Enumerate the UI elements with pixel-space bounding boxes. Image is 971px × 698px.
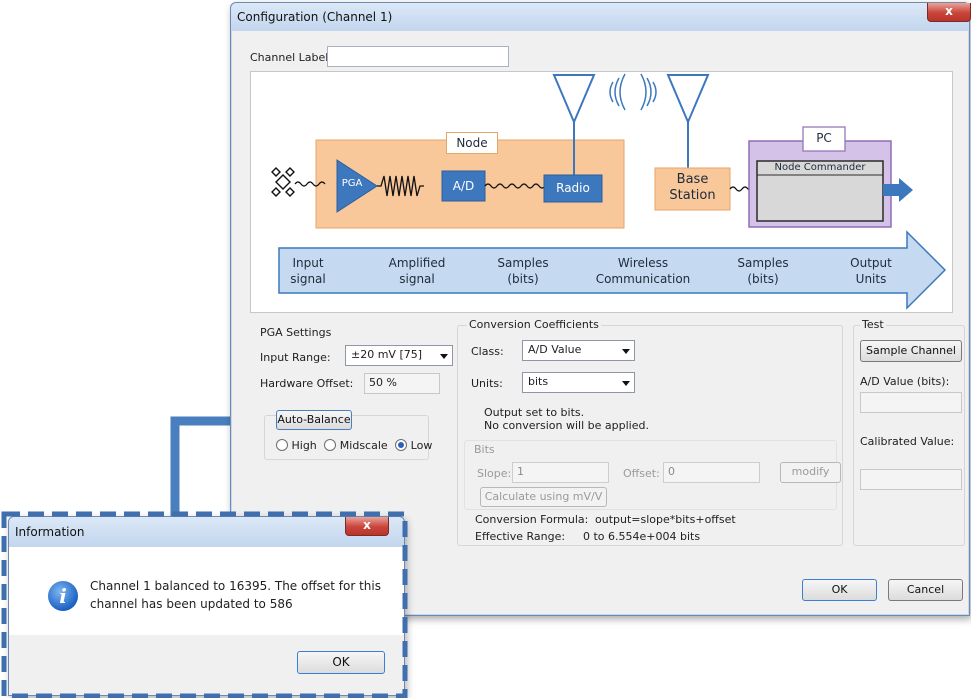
dashed-highlight-border — [1, 511, 408, 698]
